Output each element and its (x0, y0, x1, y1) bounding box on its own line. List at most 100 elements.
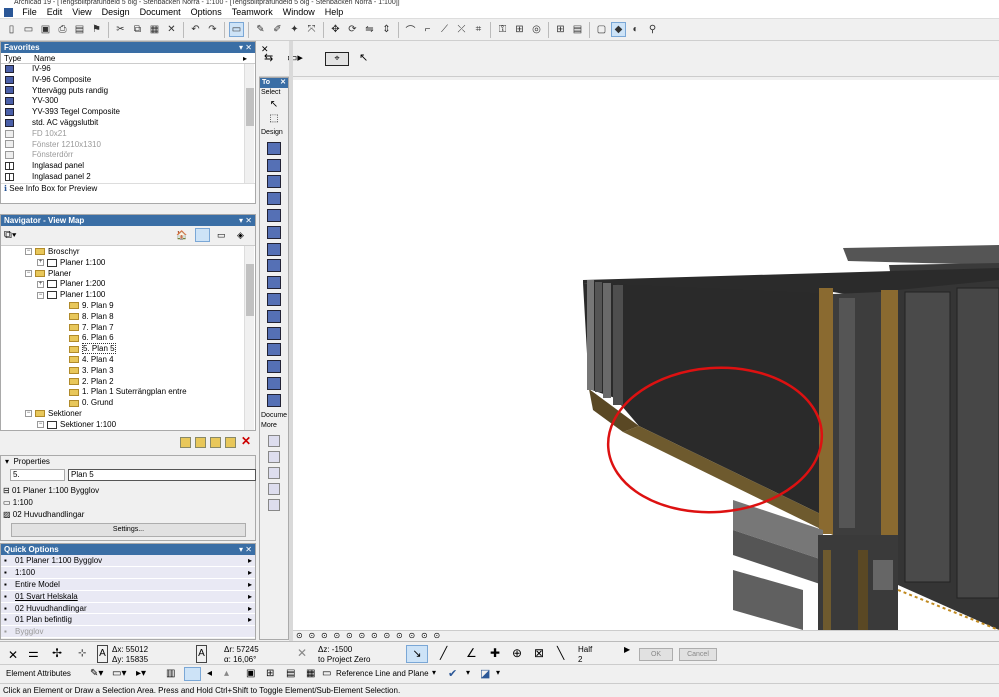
adjust-icon[interactable]: ⟋ (437, 22, 452, 37)
favorite-item[interactable]: IV-96 Composite (1, 75, 255, 86)
favorite-item[interactable]: Fönsterdörr (1, 150, 255, 161)
line-type-icon[interactable]: ▭▾ (112, 668, 126, 679)
menu-document[interactable]: Document (135, 6, 186, 19)
marquee-tool-icon[interactable]: ⬚ (260, 112, 288, 126)
dimension-tool-icon[interactable] (268, 434, 280, 447)
ok-button[interactable]: OK (639, 648, 673, 661)
favorite-item[interactable]: Fönster 1210x1310 (1, 140, 255, 151)
mesh-tool-icon[interactable] (267, 343, 281, 357)
panel-close-icon[interactable]: ▾ ✕ (239, 42, 252, 53)
special-snap-icon[interactable]: ⊠ (534, 646, 544, 660)
frame-icon[interactable]: ▣ (246, 668, 255, 679)
zoom-icon[interactable]: ⊙ (334, 631, 341, 641)
window-icon[interactable]: ⊞ (266, 668, 274, 679)
chevron-right-icon[interactable]: ▸ (248, 614, 252, 626)
cut-icon[interactable]: ✂ (113, 22, 128, 37)
tree-item[interactable]: 6. Plan 6 (1, 333, 255, 344)
menu-edit[interactable]: Edit (42, 6, 68, 19)
window-tool-icon[interactable] (267, 175, 281, 189)
plus-snap-icon[interactable]: ✚ (490, 646, 500, 660)
expand-toggle-icon[interactable]: − (25, 248, 32, 256)
text-tool-icon[interactable] (268, 466, 280, 479)
redo-icon[interactable]: ↷ (205, 22, 220, 37)
navigator-scrollbar[interactable] (244, 246, 254, 430)
tree-item[interactable]: 8. Plan 8 (1, 312, 255, 323)
quick-option-row[interactable]: ▪ 01 Plan befintlig ▸ (1, 614, 255, 627)
grid-snap-icon[interactable]: ⚌ (28, 646, 39, 660)
drag-icon[interactable]: ✥ (328, 22, 343, 37)
favorite-item[interactable]: YV-393 Tegel Composite (1, 107, 255, 118)
cursor-snap-icon[interactable]: ⊹ (78, 648, 86, 659)
menu-help[interactable]: Help (320, 6, 349, 19)
menu-options[interactable]: Options (186, 6, 227, 19)
arrow-type-icon[interactable]: ▸▾ (136, 668, 146, 679)
new-view-icon[interactable] (180, 437, 191, 448)
favorite-item[interactable]: YV-300 (1, 96, 255, 107)
tree-item[interactable]: 4. Plan 4 (1, 355, 255, 366)
chevron-right-icon[interactable]: ▸ (248, 579, 252, 591)
cancel-button[interactable]: Cancel (679, 648, 717, 661)
tree-item[interactable]: − Planer 1:100 (1, 290, 255, 301)
skylight-tool-icon[interactable] (267, 242, 281, 256)
quick-option-row[interactable]: ▪ Bygglov (1, 626, 255, 639)
quick-option-row[interactable]: ▪ 1:100 ▸ (1, 566, 255, 579)
fit-window-icon[interactable]: ⊙ (296, 631, 303, 641)
morph-tool-icon[interactable] (267, 393, 281, 407)
tree-item[interactable]: − Sektioner (1, 409, 255, 420)
expand-toggle-icon[interactable]: − (37, 291, 44, 299)
menu-teamwork[interactable]: Teamwork (227, 6, 278, 19)
dropdown-icon[interactable]: ▾ (466, 668, 470, 677)
fill-tool-icon[interactable] (268, 482, 280, 495)
clone-folder-icon[interactable] (195, 437, 206, 448)
favorite-item[interactable]: Yttervägg puts randig (1, 86, 255, 97)
chevron-right-icon[interactable]: ▸ (243, 53, 247, 64)
magic-wand-icon[interactable]: ✦ (287, 22, 302, 37)
zoom-minus-icon[interactable]: ⊙ (346, 631, 353, 641)
menu-window[interactable]: Window (278, 6, 320, 19)
dropdown-icon[interactable]: ▾ (496, 668, 500, 677)
crop-icon[interactable]: ⌗ (471, 22, 486, 37)
arrow-tool-icon[interactable]: ↖ (260, 98, 288, 112)
print-icon[interactable]: ⎙ (55, 22, 70, 37)
publisher-icon[interactable]: ◈ (237, 230, 244, 241)
rotate-icon[interactable]: ⟳ (345, 22, 360, 37)
tree-item[interactable]: 2. Plan 2 (1, 377, 255, 388)
tree-item[interactable]: 9. Plan 9 (1, 301, 255, 312)
line-tool-icon[interactable]: ╱ (440, 646, 447, 660)
plane-icon[interactable]: ◪ (480, 667, 490, 680)
reference-line-label[interactable]: Reference Line and Plane (336, 669, 429, 678)
quick-option-row[interactable]: ▪ 01 Planer 1:100 Bygglov ▸ (1, 555, 255, 567)
tree-item[interactable]: + Planer 1:200 (1, 279, 255, 290)
reference-value[interactable]: to Project Zero (318, 655, 370, 664)
dx-value[interactable]: Δx: 55012 (112, 645, 148, 654)
project-map-icon[interactable]: 🏠 (176, 230, 187, 241)
close-tab-icon[interactable]: ✕ (261, 44, 269, 55)
tree-item[interactable]: 3. Plan 3 (1, 366, 255, 377)
beam-tool-icon[interactable] (267, 276, 281, 290)
mirror-icon[interactable]: ⇋ (362, 22, 377, 37)
render-icon[interactable]: ▢ (594, 22, 609, 37)
guide-lines-button[interactable]: ↘ (406, 645, 428, 663)
3d-model-view[interactable] (293, 80, 999, 630)
left-arrow-icon[interactable]: ◂ (207, 668, 212, 679)
chevron-right-icon[interactable]: ▸ (248, 591, 252, 603)
tree-item[interactable]: 1. Plan 1 Suterrängplan entre (1, 387, 255, 398)
panel-close-icon[interactable]: ▾ ✕ (239, 215, 252, 226)
tree-item[interactable]: − Planer (1, 269, 255, 280)
pipette-icon[interactable]: ✐ (270, 22, 285, 37)
favorite-item[interactable]: Inglasad panel (1, 161, 255, 172)
properties-header[interactable]: ▾ Properties (1, 456, 255, 468)
next-view-icon[interactable]: ⊙ (396, 631, 403, 641)
up-arrow-icon[interactable]: ▴ (224, 668, 229, 679)
elevate-icon[interactable]: ⇕ (379, 22, 394, 37)
view-name-field[interactable]: Plan 5 (68, 469, 256, 481)
stair-tool-icon[interactable] (267, 192, 281, 206)
door-tool-icon[interactable] (267, 158, 281, 172)
favorite-item[interactable]: FD 10x21 (1, 129, 255, 140)
pan-icon[interactable]: ⊙ (359, 631, 366, 641)
explore-icon[interactable]: ◐ (628, 22, 643, 37)
zoom-out-icon[interactable]: ⊙ (321, 631, 328, 641)
delete-icon[interactable]: ✕ (164, 22, 179, 37)
undo-icon[interactable]: ↶ (188, 22, 203, 37)
col-type[interactable]: Type (4, 53, 21, 64)
